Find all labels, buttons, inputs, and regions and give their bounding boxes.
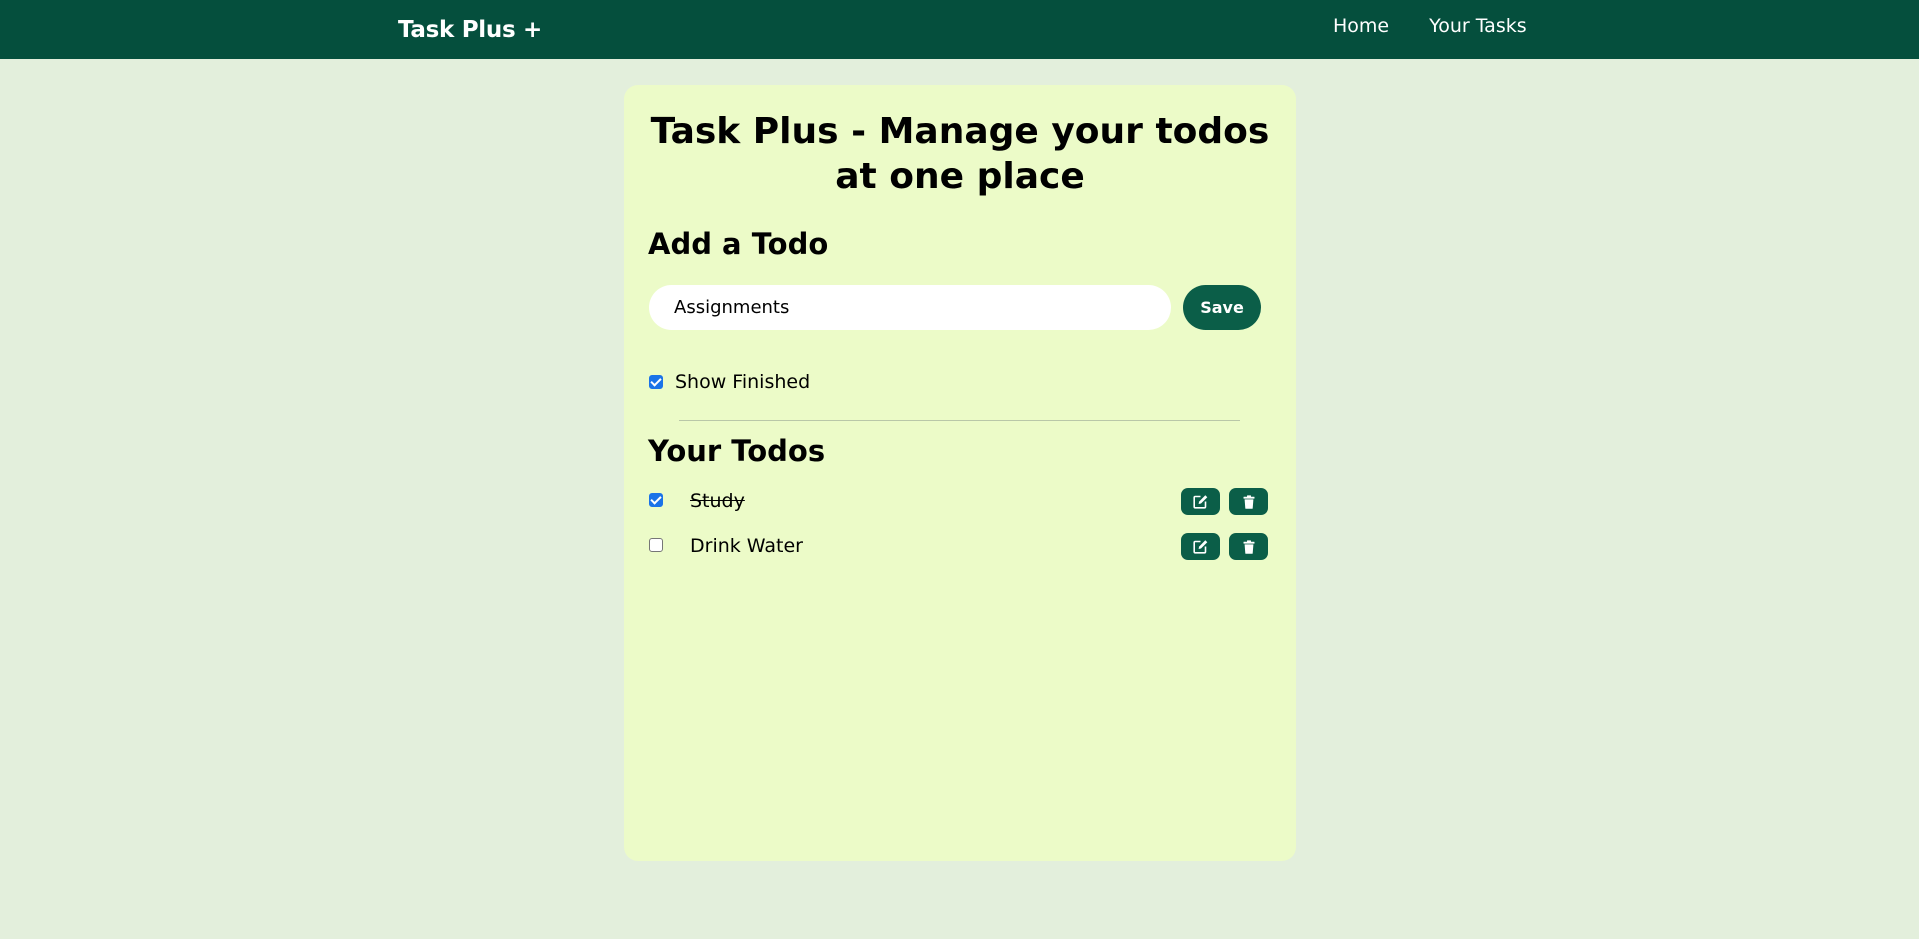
your-todos-heading: Your Todos [648, 434, 826, 468]
delete-button[interactable] [1229, 488, 1268, 515]
todo-text: Study [690, 490, 745, 512]
edit-button[interactable] [1181, 488, 1220, 515]
todo-item: Study [624, 485, 1296, 515]
brand-logo[interactable]: Task Plus + [398, 17, 542, 43]
edit-button[interactable] [1181, 533, 1220, 560]
todo-checkbox[interactable] [649, 493, 663, 507]
save-button[interactable]: Save [1183, 285, 1261, 330]
navbar: Task Plus + Home Your Tasks [0, 0, 1919, 59]
nav-links: Home Your Tasks [1333, 15, 1527, 37]
trash-icon [1243, 539, 1254, 554]
edit-icon [1192, 495, 1207, 509]
show-finished-label: Show Finished [675, 371, 811, 393]
todo-checkbox[interactable] [649, 538, 663, 552]
todo-input[interactable] [649, 285, 1171, 330]
delete-button[interactable] [1229, 533, 1268, 560]
divider [679, 420, 1240, 421]
add-todo-heading: Add a Todo [648, 227, 829, 261]
page-title: Task Plus - Manage your todos at one pla… [650, 111, 1270, 197]
todo-text: Drink Water [690, 535, 803, 557]
nav-link-your-tasks[interactable]: Your Tasks [1429, 15, 1527, 37]
todo-item: Drink Water [624, 530, 1296, 560]
trash-icon [1243, 494, 1254, 509]
nav-link-home[interactable]: Home [1333, 15, 1389, 37]
show-finished-checkbox[interactable] [649, 375, 663, 389]
todo-card: Task Plus - Manage your todos at one pla… [624, 85, 1296, 861]
edit-icon [1192, 540, 1207, 554]
